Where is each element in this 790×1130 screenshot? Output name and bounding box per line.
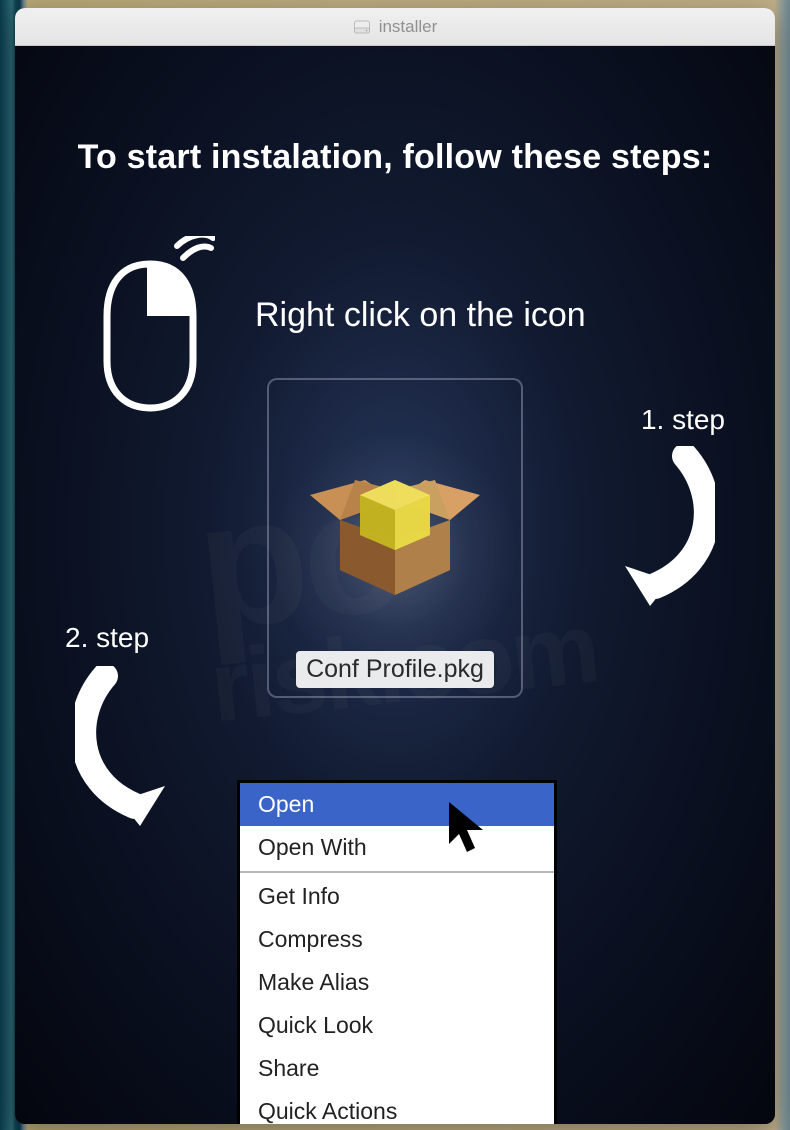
step-2-label: 2. step — [65, 622, 149, 654]
package-filename-label: Conf Profile.pkg — [296, 651, 494, 688]
page-heading: To start instalation, follow these steps… — [15, 138, 775, 177]
menu-item-open-with[interactable]: Open With — [240, 826, 554, 869]
package-icon-frame[interactable]: Conf Profile.pkg — [267, 378, 523, 698]
context-menu: Open Open With Get Info Compress Make Al… — [237, 780, 557, 1124]
title-group: installer — [353, 17, 438, 37]
step-1-label: 1. step — [641, 404, 725, 436]
content-area: pcrisk.com To start instalation, follow … — [15, 46, 775, 1124]
menu-item-quick-actions[interactable]: Quick Actions — [240, 1090, 554, 1124]
menu-item-compress[interactable]: Compress — [240, 918, 554, 961]
menu-item-quick-look[interactable]: Quick Look — [240, 1004, 554, 1047]
menu-item-share[interactable]: Share — [240, 1047, 554, 1090]
instruction-text: Right click on the icon — [255, 296, 586, 335]
mouse-right-click-icon — [85, 236, 215, 416]
menu-item-open[interactable]: Open — [240, 783, 554, 826]
window-title: installer — [379, 17, 438, 37]
installer-window: installer pcrisk.com To start instalatio… — [15, 8, 775, 1124]
step-1-arrow-icon — [575, 446, 715, 606]
step-2-arrow-icon — [75, 666, 215, 826]
menu-separator — [240, 871, 554, 873]
menu-item-get-info[interactable]: Get Info — [240, 875, 554, 918]
menu-item-make-alias[interactable]: Make Alias — [240, 961, 554, 1004]
package-box-icon — [290, 425, 500, 635]
disk-icon — [353, 18, 371, 36]
titlebar[interactable]: installer — [15, 8, 775, 46]
